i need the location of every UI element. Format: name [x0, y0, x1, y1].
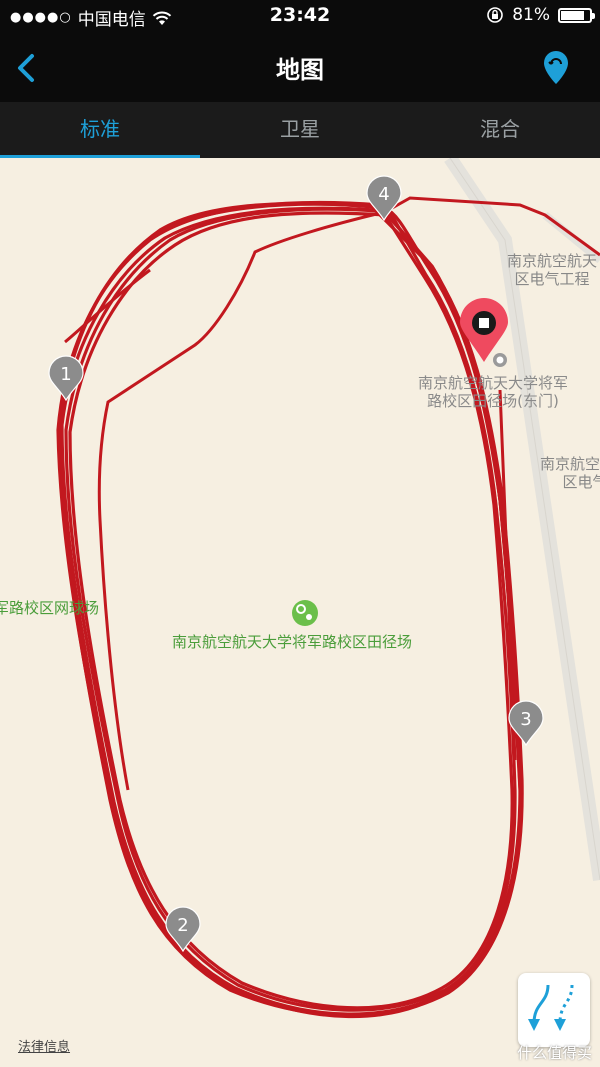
route-toggle-button[interactable]: [518, 973, 590, 1047]
lap-marker-2[interactable]: 2: [165, 906, 201, 953]
stadium-poi-icon[interactable]: [292, 600, 318, 626]
map-type-tabs: 标准 卫星 混合: [0, 102, 600, 158]
poi-label-electric-top[interactable]: 南京航空航天 区电气工程: [507, 252, 597, 288]
map-view[interactable]: 1 2 3 4 南京航空航天 区电气工程 南京航空航天大学将军 路校区田径场(东门) 南京…: [0, 158, 600, 1067]
poi-label-tennis[interactable]: 军路校区网球场: [0, 599, 99, 617]
orientation-lock-icon: [487, 7, 504, 23]
lap-marker-label: 4: [378, 184, 389, 205]
track-lap: [64, 207, 517, 1012]
status-bar: ●●●●○ 中国电信 23:42 81%: [0, 0, 600, 32]
lap-marker-label: 2: [177, 915, 188, 936]
battery-icon: [558, 7, 595, 23]
poi-label-east-gate[interactable]: 南京航空航天大学将军 路校区田径场(东门): [418, 374, 568, 410]
track-segment: [97, 210, 386, 791]
lap-marker-label: 1: [60, 364, 71, 385]
tab-hybrid[interactable]: 混合: [400, 102, 600, 158]
tab-satellite[interactable]: 卫星: [200, 102, 400, 158]
location-pin-icon[interactable]: [542, 50, 570, 86]
route-compare-icon: [528, 984, 574, 1031]
lap-marker-label: 3: [520, 709, 531, 730]
track-segment: [64, 268, 151, 344]
track-lap: [68, 211, 514, 1010]
battery-percent: 81%: [512, 5, 550, 25]
run-track: [56, 200, 524, 1019]
watermark-text: 什么值得买: [516, 1044, 592, 1062]
poi-label-stadium[interactable]: 南京航空航天大学将军路校区田径场: [172, 633, 412, 651]
tab-standard[interactable]: 标准: [0, 102, 200, 158]
battery-fill: [561, 10, 584, 20]
finish-marker[interactable]: [460, 298, 508, 367]
nav-bar: 地图: [0, 32, 600, 102]
page-title: 地图: [276, 56, 324, 84]
legal-info-link[interactable]: 法律信息: [18, 1036, 70, 1055]
poi-label-electric-mid[interactable]: 南京航空航天区电气: [540, 455, 600, 491]
status-right: 81%: [486, 5, 595, 25]
